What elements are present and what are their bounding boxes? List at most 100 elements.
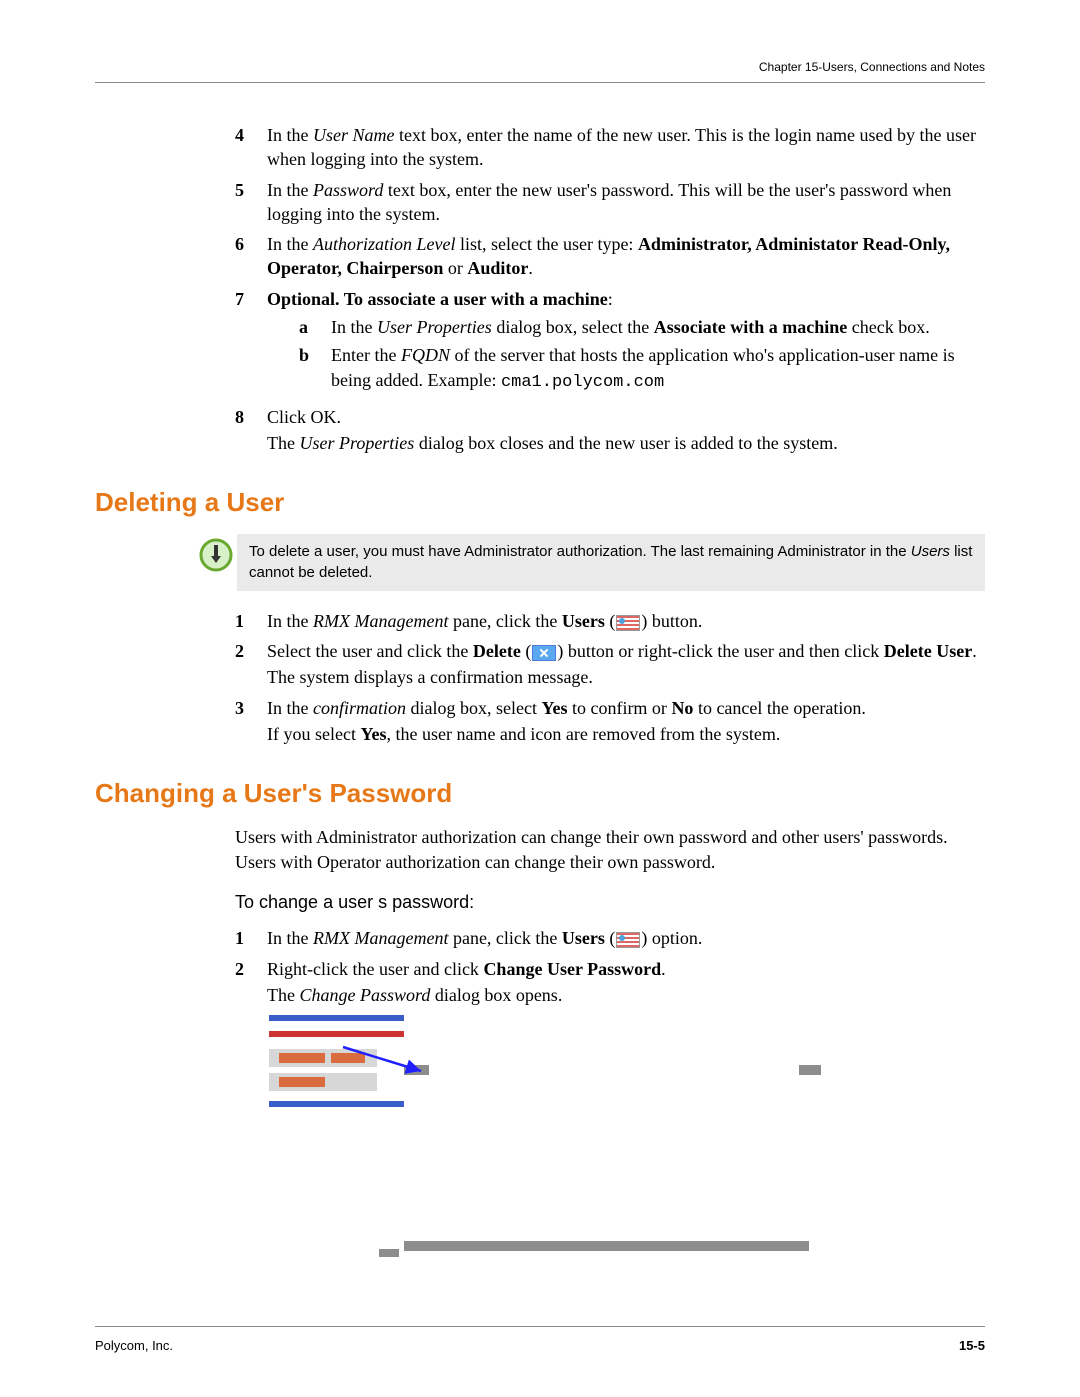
t: confirmation xyxy=(313,698,406,718)
footer-rule xyxy=(95,1326,985,1327)
t: dialog box closes and the new user is ad… xyxy=(414,433,837,453)
t: Users xyxy=(562,928,605,948)
t: ) option. xyxy=(641,928,702,948)
t: Yes xyxy=(541,698,567,718)
steps-list-top: 4 In the User Name text box, enter the n… xyxy=(235,123,985,455)
t: ) button. xyxy=(641,611,702,631)
t: to cancel the operation. xyxy=(693,698,865,718)
step-text: Right-click the user and click Change Us… xyxy=(267,957,985,1008)
step-text: Select the user and click the Delete () … xyxy=(267,639,985,690)
t: , the user name and icon are removed fro… xyxy=(386,724,780,744)
steps-delete: 1 In the RMX Management pane, click the … xyxy=(235,609,985,746)
t: to confirm or xyxy=(567,698,671,718)
screenshot-bar xyxy=(269,1015,404,1021)
change-password-screenshot xyxy=(269,1013,821,1253)
t: dialog box, select the xyxy=(492,317,654,337)
t: ) button or right-click the user and the… xyxy=(557,641,883,661)
t: Delete User xyxy=(884,641,972,661)
step-text: Optional. To associate a user with a mac… xyxy=(267,287,985,399)
screenshot-bar xyxy=(404,1065,429,1075)
substep-a: a In the User Properties dialog box, sel… xyxy=(299,315,985,339)
step-text: In the Authorization Level list, select … xyxy=(267,232,985,281)
t: . xyxy=(972,641,977,661)
footer: Polycom, Inc. 15-5 xyxy=(95,1338,985,1353)
screenshot-bar xyxy=(404,1241,809,1251)
screenshot-bar xyxy=(331,1053,365,1063)
follow-text: The system displays a confirmation messa… xyxy=(267,665,985,689)
t: In the xyxy=(331,317,377,337)
step-number: 4 xyxy=(235,123,267,172)
screenshot-bar xyxy=(269,1031,404,1037)
step-number: 3 xyxy=(235,696,267,747)
t: In the xyxy=(267,125,313,145)
step-text: Click OK. The User Properties dialog box… xyxy=(267,405,985,456)
note-box: To delete a user, you must have Administ… xyxy=(237,534,985,591)
step-number: 1 xyxy=(235,926,267,950)
step-text: In the Password text box, enter the new … xyxy=(267,178,985,227)
t: Password xyxy=(313,180,383,200)
follow-text: If you select Yes, the user name and ico… xyxy=(267,722,985,746)
delete-step-1: 1 In the RMX Management pane, click the … xyxy=(235,609,985,633)
t: or xyxy=(443,258,467,278)
substep-letter: a xyxy=(299,315,331,339)
footer-page-number: 15-5 xyxy=(959,1338,985,1353)
step-number: 2 xyxy=(235,639,267,690)
step-5: 5 In the Password text box, enter the ne… xyxy=(235,178,985,227)
t: In the xyxy=(267,928,313,948)
t: cma1.polycom.com xyxy=(501,373,664,392)
header-rule xyxy=(95,82,985,83)
delete-step-3: 3 In the confirmation dialog box, select… xyxy=(235,696,985,747)
t: ( xyxy=(521,641,532,661)
follow-text: The User Properties dialog box closes an… xyxy=(267,431,985,455)
substep-b: b Enter the FQDN of the server that host… xyxy=(299,343,985,394)
t: If you select xyxy=(267,724,360,744)
t: pane, click the xyxy=(448,611,561,631)
step-4: 4 In the User Name text box, enter the n… xyxy=(235,123,985,172)
t: No xyxy=(671,698,693,718)
step-number: 2 xyxy=(235,957,267,1008)
change-step-2: 2 Right-click the user and click Change … xyxy=(235,957,985,1008)
step-8: 8 Click OK. The User Properties dialog b… xyxy=(235,405,985,456)
step-number: 8 xyxy=(235,405,267,456)
heading-changing-password: Changing a User's Password xyxy=(95,776,985,811)
t: To delete a user, you must have Administ… xyxy=(249,543,911,560)
t: Click OK. xyxy=(267,407,341,427)
step-text: In the RMX Management pane, click the Us… xyxy=(267,926,985,950)
t: . xyxy=(661,959,666,979)
t: ( xyxy=(605,611,616,631)
screenshot-bar xyxy=(799,1065,821,1075)
t: User Properties xyxy=(299,433,414,453)
t: In the xyxy=(267,234,313,254)
t: In the xyxy=(267,698,313,718)
t: In the xyxy=(267,180,313,200)
page: Chapter 15-Users, Connections and Notes … xyxy=(0,0,1080,1397)
delete-step-2: 2 Select the user and click the Delete (… xyxy=(235,639,985,690)
t: pane, click the xyxy=(448,928,561,948)
users-button-icon xyxy=(616,615,640,631)
screenshot-bar xyxy=(279,1077,325,1087)
substep-text: In the User Properties dialog box, selec… xyxy=(331,315,985,339)
t: The xyxy=(267,985,299,1005)
t: The xyxy=(267,433,299,453)
note-icon xyxy=(195,534,237,591)
step-6: 6 In the Authorization Level list, selec… xyxy=(235,232,985,281)
t: Change User Password xyxy=(483,959,661,979)
intro-paragraph: Users with Administrator authorization c… xyxy=(235,825,985,874)
step-7: 7 Optional. To associate a user with a m… xyxy=(235,287,985,399)
t: Optional. To associate a user with a mac… xyxy=(267,289,608,309)
substep-text: Enter the FQDN of the server that hosts … xyxy=(331,343,985,394)
footer-left: Polycom, Inc. xyxy=(95,1338,173,1353)
t: . xyxy=(528,258,533,278)
follow-text: The Change Password dialog box opens. xyxy=(267,983,985,1007)
change-step-1: 1 In the RMX Management pane, click the … xyxy=(235,926,985,950)
t: Associate with a machine xyxy=(654,317,847,337)
screenshot-bar xyxy=(379,1249,399,1257)
t: Auditor xyxy=(467,258,528,278)
t: list, select the user type: xyxy=(455,234,637,254)
substep-letter: b xyxy=(299,343,331,394)
t: Delete xyxy=(473,641,521,661)
delete-button-icon xyxy=(532,645,556,661)
t: User Properties xyxy=(377,317,492,337)
chapter-header: Chapter 15-Users, Connections and Notes xyxy=(95,60,985,74)
step-number: 1 xyxy=(235,609,267,633)
